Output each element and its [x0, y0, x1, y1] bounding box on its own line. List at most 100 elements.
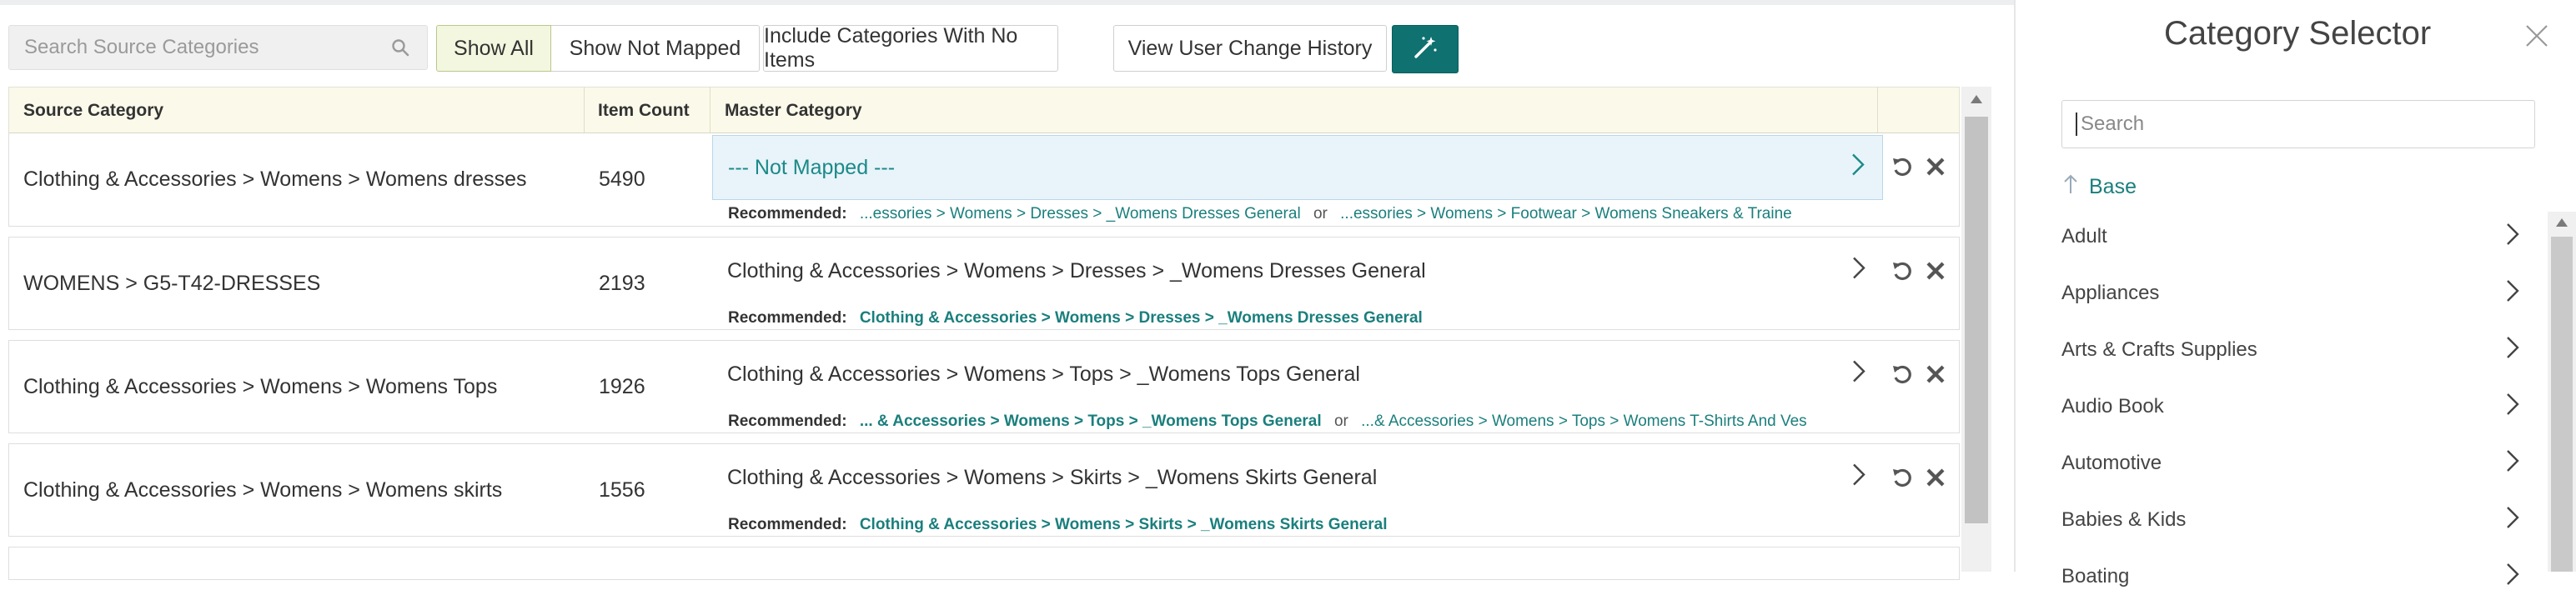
chevron-right-icon[interactable]	[1850, 152, 1865, 183]
table-header: Source Category Item Count Master Catego…	[8, 87, 1960, 133]
recommendation-link[interactable]: ... & Accessories > Womens > Tops > _Wom…	[860, 412, 1322, 430]
source-search-box[interactable]	[8, 25, 428, 70]
row-actions	[1890, 152, 1948, 182]
master-category-value: Clothing & Accessories > Womens > Dresse…	[727, 258, 1426, 282]
source-category-cell: Clothing & Accessories > Womens > Womens…	[23, 478, 503, 502]
undo-icon[interactable]	[1890, 256, 1915, 286]
category-list: Adult Appliances Arts & Crafts Supplies …	[2061, 208, 2520, 605]
master-category-selector[interactable]: Clothing & Accessories > Womens > Dresse…	[712, 238, 1883, 304]
category-label: Automotive	[2061, 452, 2162, 474]
row-actions	[1890, 359, 1948, 389]
panel-scrollbar[interactable]	[2548, 212, 2576, 572]
category-label: Adult	[2061, 225, 2107, 248]
recommendations: Recommended: Clothing & Accessories > Wo…	[728, 309, 1423, 328]
master-category-value: --- Not Mapped ---	[728, 155, 896, 179]
row-actions	[1890, 462, 1948, 492]
chevron-right-icon[interactable]	[1851, 359, 1866, 390]
category-label: Boating	[2061, 565, 2130, 588]
filter-toggle-group: Show All Show Not Mapped	[436, 25, 760, 72]
category-item[interactable]: Audio Book	[2061, 378, 2520, 435]
show-not-mapped-button[interactable]: Show Not Mapped	[551, 25, 760, 72]
category-label: Audio Book	[2061, 395, 2164, 418]
include-no-items-button[interactable]: Include Categories With No Items	[763, 24, 1058, 72]
chevron-right-icon	[2505, 562, 2520, 592]
search-icon[interactable]	[384, 31, 417, 64]
close-icon[interactable]	[2524, 23, 2549, 52]
item-count-cell: 5490	[599, 168, 645, 191]
chevron-right-icon[interactable]	[1851, 256, 1866, 287]
recommendation-link[interactable]: ...essories > Womens > Dresses > _Womens…	[860, 205, 1301, 222]
recommendation-link[interactable]: ...& Accessories > Womens > Tops > Women…	[1361, 412, 1807, 430]
chevron-right-icon	[2505, 505, 2520, 536]
row-actions	[1890, 256, 1948, 286]
master-category-value: Clothing & Accessories > Womens > Skirts…	[727, 465, 1378, 489]
source-category-header[interactable]: Source Category	[23, 101, 163, 121]
scrollbar-thumb[interactable]	[2551, 237, 2573, 572]
master-category-selector[interactable]: Clothing & Accessories > Womens > Tops >…	[712, 341, 1883, 408]
clear-icon[interactable]	[1923, 359, 1948, 389]
recommended-label: Recommended:	[728, 205, 847, 222]
column-divider	[710, 88, 711, 132]
recommendations: Recommended: ...essories > Womens > Dres…	[728, 205, 1792, 223]
item-count-cell: 1926	[599, 374, 645, 398]
table-scrollbar[interactable]	[1961, 87, 1991, 572]
table-row: Clothing & Accessories > Womens > Womens…	[8, 340, 1960, 433]
base-label: Base	[2089, 175, 2137, 198]
item-count-cell: 1556	[599, 478, 645, 502]
or-separator: or	[1333, 412, 1348, 430]
recommendation-link[interactable]: ...essories > Womens > Footwear > Womens…	[1340, 205, 1792, 222]
category-item[interactable]: Automotive	[2061, 435, 2520, 492]
category-item[interactable]: Appliances	[2061, 265, 2520, 322]
recommendation-link[interactable]: Clothing & Accessories > Womens > Skirts…	[860, 516, 1388, 533]
scroll-up-arrow-icon[interactable]	[2556, 218, 2568, 227]
item-count-header[interactable]: Item Count	[598, 101, 690, 121]
recommendations: Recommended: Clothing & Accessories > Wo…	[728, 516, 1388, 534]
undo-icon[interactable]	[1890, 359, 1915, 389]
auto-map-button[interactable]	[1392, 25, 1459, 73]
column-divider	[1877, 88, 1878, 132]
recommended-label: Recommended:	[728, 309, 847, 327]
show-all-button[interactable]: Show All	[436, 25, 551, 72]
scrollbar-thumb[interactable]	[1965, 117, 1988, 523]
clear-icon[interactable]	[1923, 462, 1948, 492]
source-search-input[interactable]	[9, 35, 384, 60]
master-category-selector[interactable]: --- Not Mapped ---	[712, 135, 1883, 200]
view-user-change-history-button[interactable]: View User Change History	[1113, 25, 1387, 72]
scroll-up-arrow-icon[interactable]	[1971, 95, 1982, 103]
table-row-partial	[8, 547, 1960, 580]
master-category-value: Clothing & Accessories > Womens > Tops >…	[727, 362, 1360, 386]
source-category-cell: Clothing & Accessories > Womens > Womens…	[23, 374, 498, 398]
master-category-header[interactable]: Master Category	[725, 101, 862, 121]
clear-icon[interactable]	[1923, 152, 1948, 182]
table-row: Clothing & Accessories > Womens > Womens…	[8, 443, 1960, 537]
master-category-selector[interactable]: Clothing & Accessories > Womens > Skirts…	[712, 444, 1883, 511]
or-separator: or	[1313, 205, 1328, 222]
category-item[interactable]: Boating	[2061, 548, 2520, 605]
undo-icon[interactable]	[1890, 462, 1915, 492]
category-item[interactable]: Babies & Kids	[2061, 492, 2520, 548]
chevron-right-icon	[2505, 335, 2520, 366]
base-breadcrumb[interactable]: Base	[2062, 173, 2137, 201]
chevron-right-icon[interactable]	[1851, 462, 1866, 493]
table-row: Clothing & Accessories > Womens > Womens…	[8, 133, 1960, 227]
category-item[interactable]: Adult	[2061, 208, 2520, 265]
category-mapping-table: Source Category Item Count Master Catego…	[8, 87, 1960, 580]
recommended-label: Recommended:	[728, 412, 847, 430]
item-count-cell: 2193	[599, 271, 645, 295]
recommendation-link[interactable]: Clothing & Accessories > Womens > Dresse…	[860, 309, 1423, 327]
arrow-up-icon	[2062, 173, 2079, 201]
source-category-cell: Clothing & Accessories > Womens > Womens…	[23, 168, 527, 191]
category-search-box[interactable]	[2061, 100, 2535, 148]
category-selector-panel: Category Selector Base Adult Appliances …	[2014, 0, 2576, 588]
chevron-right-icon	[2505, 222, 2520, 252]
source-category-cell: WOMENS > G5-T42-DRESSES	[23, 271, 321, 295]
panel-title: Category Selector	[2164, 15, 2432, 52]
category-item[interactable]: Arts & Crafts Supplies	[2061, 322, 2520, 378]
category-label: Babies & Kids	[2061, 508, 2187, 531]
clear-icon[interactable]	[1923, 256, 1948, 286]
undo-icon[interactable]	[1890, 152, 1915, 182]
chevron-right-icon	[2505, 448, 2520, 479]
category-search-input[interactable]	[2077, 112, 2534, 137]
category-label: Appliances	[2061, 282, 2160, 304]
chevron-right-icon	[2505, 392, 2520, 422]
